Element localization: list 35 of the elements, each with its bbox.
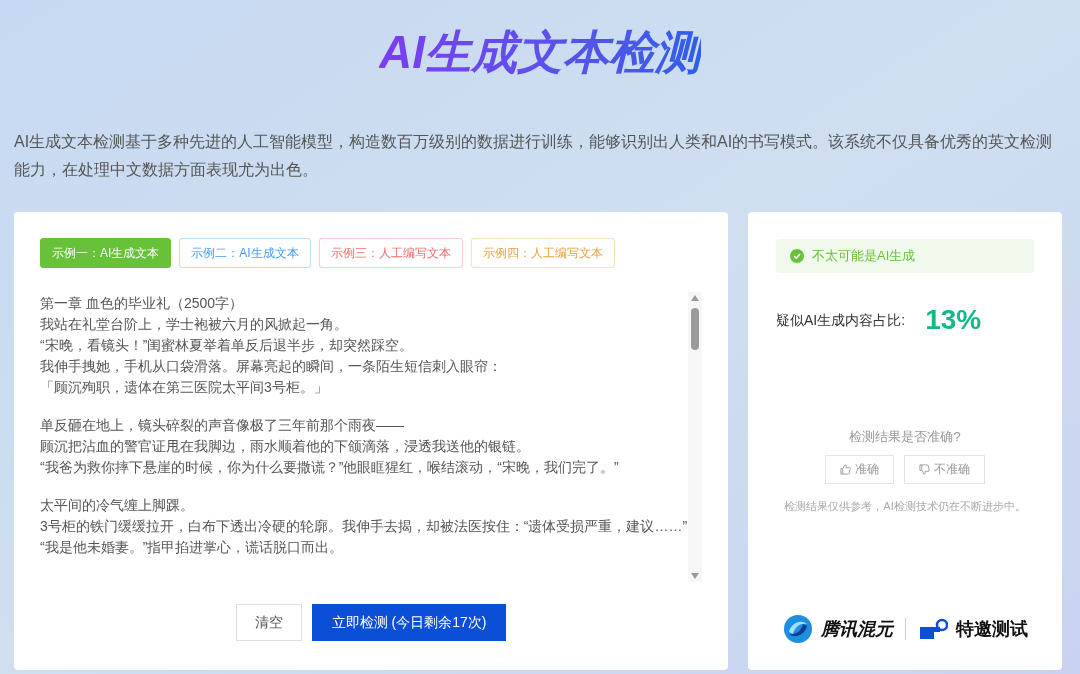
thumbs-down-icon bbox=[919, 463, 930, 475]
scroll-up-icon[interactable] bbox=[690, 294, 700, 302]
scroll-thumb[interactable] bbox=[691, 308, 699, 350]
text-line: 单反砸在地上，镜头碎裂的声音像极了三年前那个雨夜—— bbox=[40, 416, 405, 435]
text-line: “我爸为救你摔下悬崖的时候，你为什么要撒谎？”他眼眶猩红，喉结滚动，“宋晚，我们完了。” bbox=[40, 458, 620, 477]
brand-name: 腾讯混元 bbox=[820, 617, 893, 641]
thumbs-up-icon bbox=[840, 463, 851, 475]
detect-button[interactable]: 立即检测 (今日剩余17次) bbox=[311, 604, 507, 641]
ratio-label: 疑似AI生成内容占比: bbox=[776, 310, 906, 330]
text-line: “我是他未婚妻。”指甲掐进掌心，谎话脱口而出。 bbox=[40, 538, 345, 557]
example-tab[interactable]: 示例二：AI生成文本 bbox=[179, 238, 311, 268]
scrollbar[interactable] bbox=[688, 292, 702, 582]
example-tab[interactable]: 示例三：人工编写文本 bbox=[318, 238, 463, 268]
text-line: 「顾沉殉职，遗体在第三医院太平间3号柜。」 bbox=[40, 378, 329, 397]
accurate-button[interactable]: 准确 bbox=[825, 454, 894, 484]
text-line: 我站在礼堂台阶上，学士袍被六月的风掀起一角。 bbox=[40, 315, 349, 334]
text-line: 太平间的冷气缠上脚踝。 bbox=[40, 496, 195, 515]
text-line: 3号柜的铁门缓缓拉开，白布下透出冷硬的轮廓。我伸手去揭，却被法医按住：“遗体受损严重，建议……” bbox=[40, 517, 688, 536]
description: AI生成文本检测基于多种先进的人工智能模型，构造数百万级别的数据进行训练，能够识别出人类和AI的书写模式。该系统不仅具备优秀的英文检测能力，在处理中文数据方面表现尤为出色。 bbox=[13, 132, 1054, 180]
check-circle-icon bbox=[790, 249, 804, 263]
example-tab[interactable]: 示例四：人工编写文本 bbox=[470, 238, 615, 268]
feedback-question: 检测结果是否准确? bbox=[848, 428, 962, 446]
text-line: 顾沉把沾血的警官证甩在我脚边，雨水顺着他的下颌滴落，浸透我送他的银链。 bbox=[40, 437, 531, 456]
text-line: “宋晚，看镜头！”闺蜜林夏举着单反后退半步，却突然踩空。 bbox=[40, 336, 415, 355]
inaccurate-button[interactable]: 不准确 bbox=[904, 454, 985, 484]
ratio-value: 13% bbox=[925, 303, 982, 337]
disclaimer: 检测结果仅供参考，AI检测技术仍在不断进步中。 bbox=[783, 498, 1027, 514]
brand-logo-icon bbox=[782, 614, 813, 644]
text-line: 我伸手拽她，手机从口袋滑落。屏幕亮起的瞬间，一条陌生短信刺入眼帘： bbox=[40, 357, 503, 376]
clear-button[interactable]: 清空 bbox=[235, 604, 302, 641]
example-tab[interactable]: 示例一：AI生成文本 bbox=[40, 238, 172, 268]
verdict-text: 不太可能是AI生成 bbox=[812, 247, 916, 266]
text-line: 第一章 血色的毕业礼（2500字） bbox=[40, 294, 245, 313]
scroll-down-icon[interactable] bbox=[690, 572, 700, 580]
invited-test-label: 特邀测试 bbox=[955, 617, 1028, 641]
